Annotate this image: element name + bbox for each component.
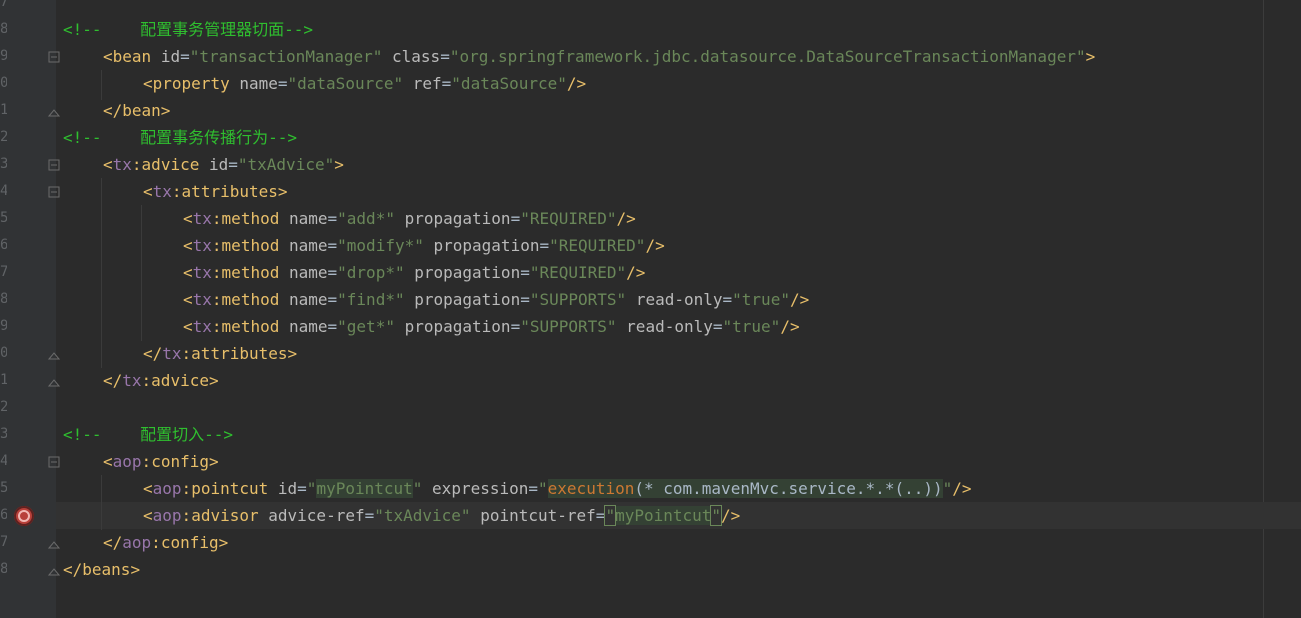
fold-icon[interactable]	[48, 348, 60, 360]
fold-icon[interactable]	[48, 456, 60, 468]
comment-text: 配置事务传播行为	[140, 128, 269, 147]
line-number: 3	[0, 156, 7, 172]
line-number: 7	[0, 534, 7, 550]
fold-icon[interactable]	[48, 105, 60, 117]
code-text: <aop:advisor advice-ref="txAdvice" point…	[143, 505, 741, 526]
code-text: <tx:method name="drop*" propagation="REQ…	[183, 263, 646, 282]
code-text: </tx:advice>	[103, 371, 219, 390]
code-text: <tx:method name="modify*" propagation="R…	[183, 236, 665, 255]
code-line: 6 <tx:method name="modify*" propagation=…	[0, 232, 1301, 259]
line-number: 7	[0, 264, 7, 280]
line-number: 8	[0, 561, 7, 577]
code-text: </beans>	[63, 560, 141, 579]
code-line: 8 </beans>	[0, 556, 1301, 583]
code-text: <tx:advice id="txAdvice">	[103, 155, 344, 174]
line-number: 2	[0, 129, 7, 145]
code-line: 4 <aop:config>	[0, 448, 1301, 475]
fold-icon[interactable]	[48, 51, 60, 63]
line-number: 1	[0, 102, 7, 118]
code-text: <tx:method name="add*" propagation="REQU…	[183, 209, 636, 228]
fold-icon[interactable]	[48, 537, 60, 549]
code-line: 1 </tx:advice>	[0, 367, 1301, 394]
code-line: 0 <property name="dataSource" ref="dataS…	[0, 70, 1301, 97]
line-number: 9	[0, 48, 7, 64]
line-number: 4	[0, 453, 7, 469]
code-text: <tx:method name="find*" propagation="SUP…	[183, 290, 810, 309]
code-line: 5 <aop:pointcut id="myPointcut" expressi…	[0, 475, 1301, 502]
line-number: 4	[0, 183, 7, 199]
code-line: 8 <!-- 配置事务管理器切面-->	[0, 16, 1301, 43]
code-text: <!-- 配置切入-->	[63, 425, 233, 444]
code-line: 7	[0, 0, 1301, 16]
line-number: 9	[0, 318, 7, 334]
code-line: 2 <!-- 配置事务传播行为-->	[0, 124, 1301, 151]
comment-text: 配置切入	[140, 425, 205, 444]
code-line: 6 <aop:advisor advice-ref="txAdvice" poi…	[0, 502, 1301, 529]
code-line: 3 <!-- 配置切入-->	[0, 421, 1301, 448]
line-number: 5	[0, 480, 7, 496]
code-text: <!-- 配置事务传播行为-->	[63, 128, 297, 147]
code-line: 9 <bean id="transactionManager" class="o…	[0, 43, 1301, 70]
code-text: <property name="dataSource" ref="dataSou…	[143, 74, 587, 93]
code-text: </tx:attributes>	[143, 344, 298, 363]
line-number: 7	[0, 0, 7, 10]
line-number: 0	[0, 75, 7, 91]
fold-icon[interactable]	[48, 564, 60, 576]
fold-icon[interactable]	[48, 159, 60, 171]
code-line: 8 <tx:method name="find*" propagation="S…	[0, 286, 1301, 313]
code-line: 4 <tx:attributes>	[0, 178, 1301, 205]
code-line: 5 <tx:method name="add*" propagation="RE…	[0, 205, 1301, 232]
code-text: </aop:config>	[103, 533, 229, 552]
line-number: 2	[0, 399, 7, 415]
line-number: 8	[0, 291, 7, 307]
line-number: 1	[0, 372, 7, 388]
fold-icon[interactable]	[48, 375, 60, 387]
line-number: 6	[0, 507, 7, 523]
code-line: 7 <tx:method name="drop*" propagation="R…	[0, 259, 1301, 286]
code-text: <!-- 配置事务管理器切面-->	[63, 20, 313, 39]
line-number: 5	[0, 210, 7, 226]
code-text: <aop:config>	[103, 452, 219, 471]
fold-icon[interactable]	[48, 186, 60, 198]
line-number: 0	[0, 345, 7, 361]
line-number: 3	[0, 426, 7, 442]
code-line: 1 </bean>	[0, 97, 1301, 124]
code-line: 0 </tx:attributes>	[0, 340, 1301, 367]
code-line: 3 <tx:advice id="txAdvice">	[0, 151, 1301, 178]
comment-text: 配置事务管理器切面	[140, 20, 285, 39]
breakpoint-icon[interactable]	[14, 506, 34, 526]
code-line: 2	[0, 394, 1301, 421]
code-text: </bean>	[103, 101, 171, 120]
code-text: <aop:pointcut id="myPointcut" expression…	[143, 479, 972, 498]
code-line: 9 <tx:method name="get*" propagation="SU…	[0, 313, 1301, 340]
code-text: <bean id="transactionManager" class="org…	[103, 47, 1096, 66]
line-number: 6	[0, 237, 7, 253]
line-number: 8	[0, 21, 7, 37]
code-line: 7 </aop:config>	[0, 529, 1301, 556]
code-text: <tx:attributes>	[143, 182, 288, 201]
code-text: <tx:method name="get*" propagation="SUPP…	[183, 317, 800, 336]
